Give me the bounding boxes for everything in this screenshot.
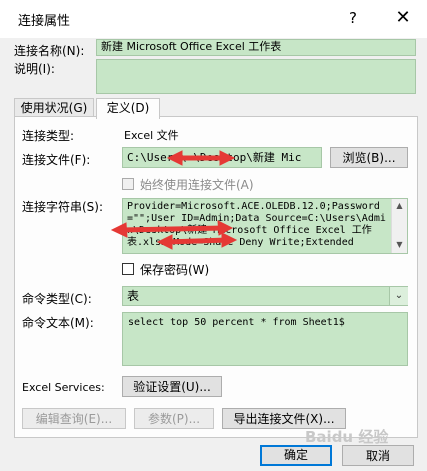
annotation-arrow-file [166, 150, 236, 166]
annotation-arrow-string-2 [156, 232, 238, 250]
annotation-arrows [110, 150, 238, 250]
connection-properties-dialog: 连接属性 ? ✕ 连接名称(N): 新建 Microsoft Office Ex… [0, 0, 427, 471]
